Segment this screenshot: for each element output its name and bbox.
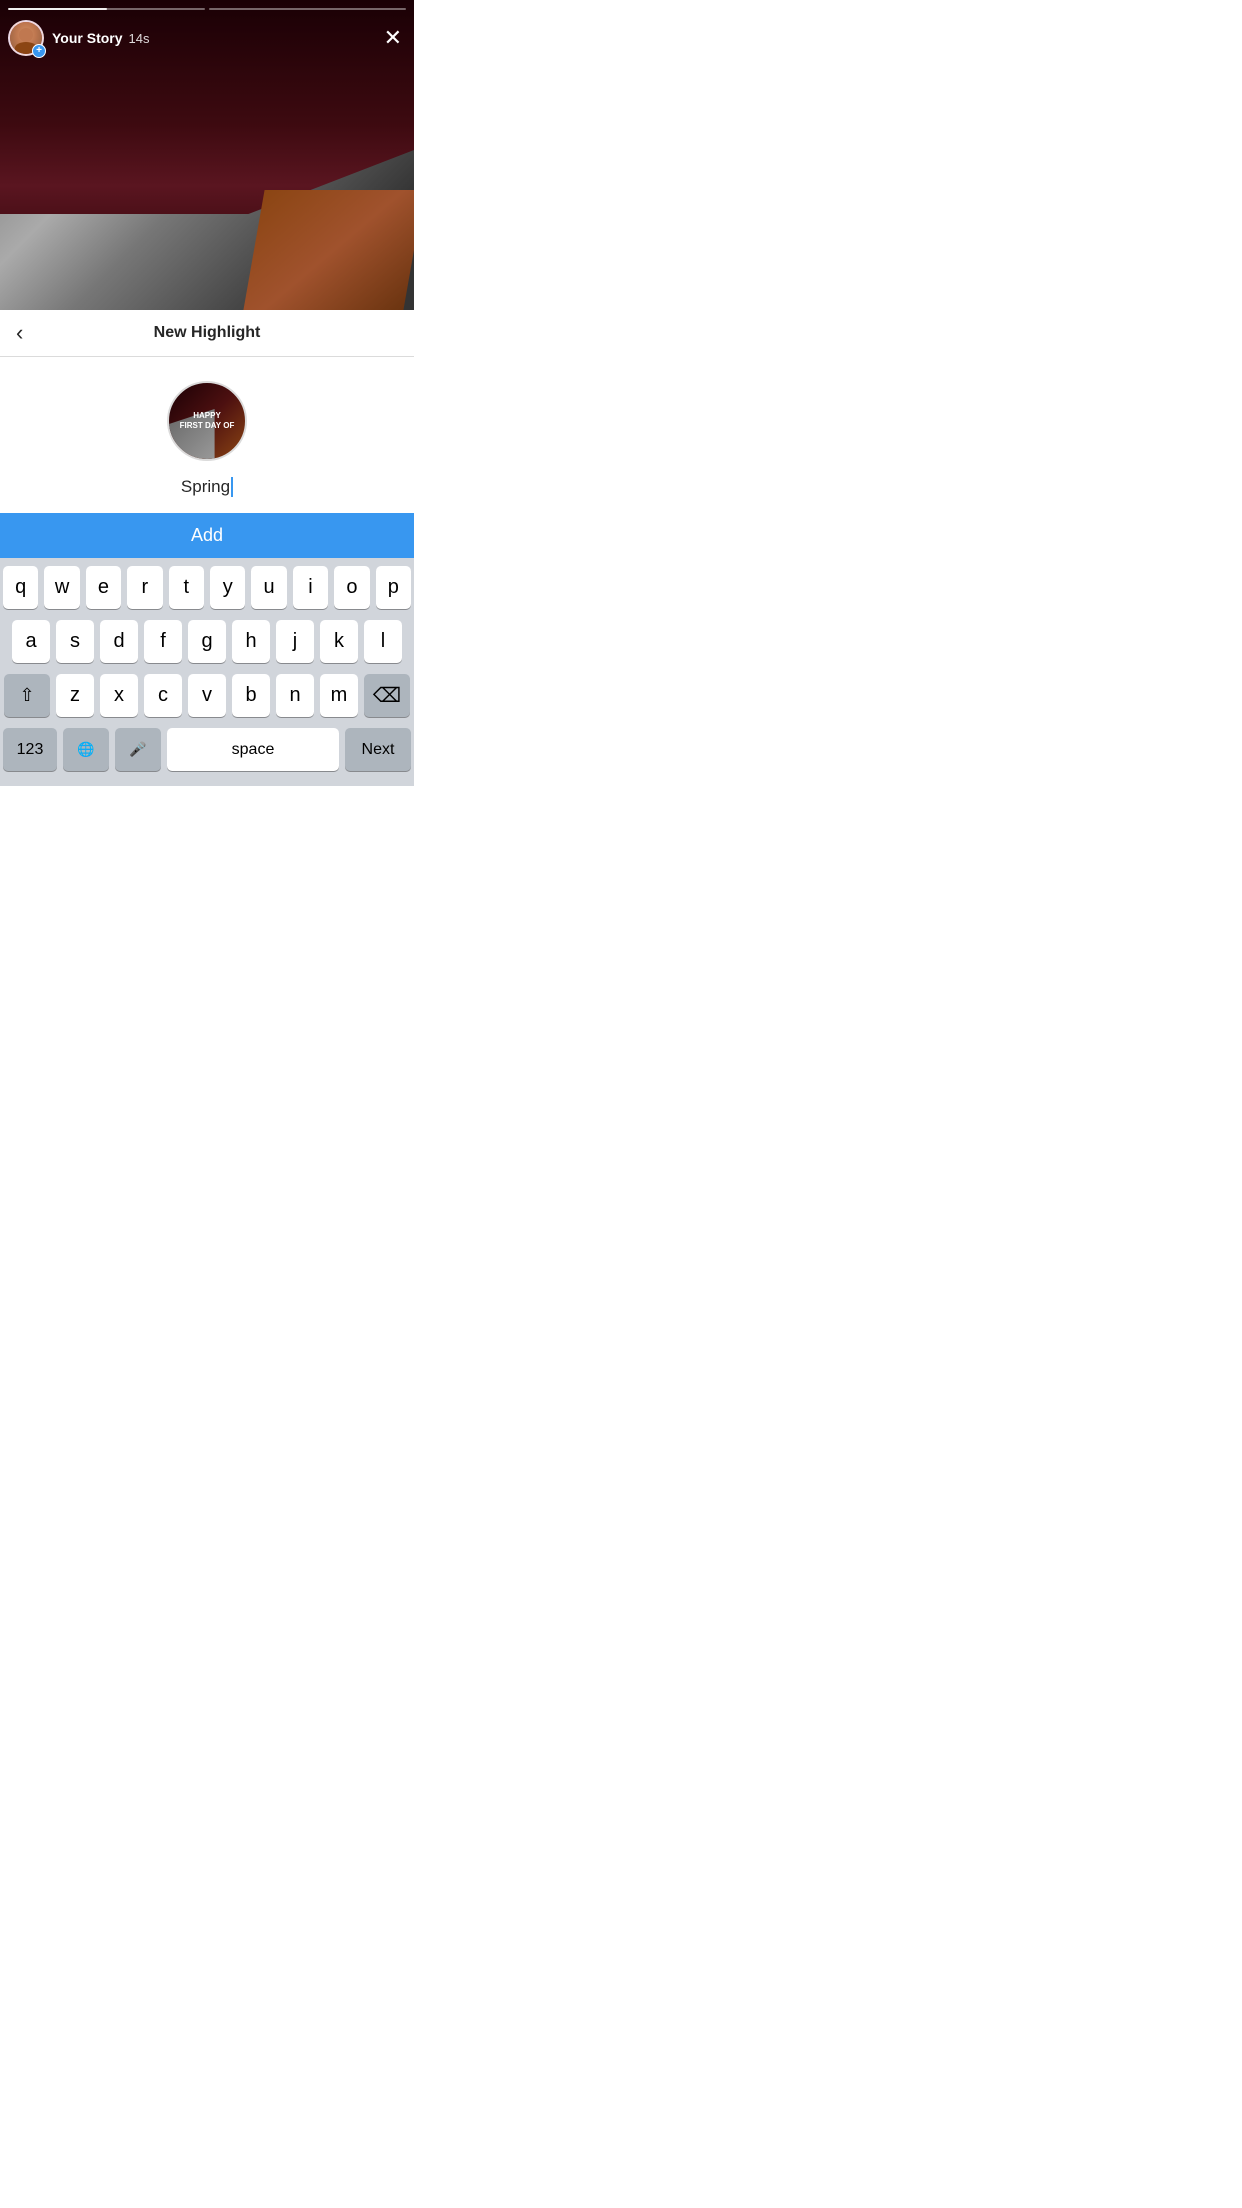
globe-key[interactable]: 🌐 [63, 728, 109, 771]
num-key[interactable]: 123 [3, 728, 57, 771]
progress-bar-2 [209, 8, 406, 10]
highlight-section: ‹ New Highlight HAPPY FIRST DAY OF Sprin… [0, 310, 414, 513]
key-n[interactable]: n [276, 674, 314, 717]
cover-line1: HAPPY [180, 411, 235, 421]
key-h[interactable]: h [232, 620, 270, 663]
story-info: Your Story 14s [52, 30, 150, 46]
progress-bar-1 [8, 8, 205, 10]
keyboard-row-2: a s d f g h j k l [3, 620, 411, 663]
key-k[interactable]: k [320, 620, 358, 663]
keyboard: q w e r t y u i o p a s d f g h j k l ⇧ … [0, 558, 414, 786]
keyboard-row-4: 123 🌐 🎤 space Next [3, 728, 411, 771]
key-u[interactable]: u [251, 566, 286, 609]
highlight-content: HAPPY FIRST DAY OF Spring [0, 357, 414, 513]
key-c[interactable]: c [144, 674, 182, 717]
key-a[interactable]: a [12, 620, 50, 663]
text-cursor [231, 477, 233, 497]
close-story-button[interactable]: ✕ [380, 21, 406, 55]
mic-key[interactable]: 🎤 [115, 728, 161, 771]
add-story-badge[interactable]: + [32, 44, 46, 58]
key-y[interactable]: y [210, 566, 245, 609]
key-x[interactable]: x [100, 674, 138, 717]
highlight-header: ‹ New Highlight [0, 310, 414, 357]
progress-bars [8, 8, 406, 10]
key-p[interactable]: p [376, 566, 411, 609]
keyboard-row-3: ⇧ z x c v b n m ⌫ [3, 674, 411, 717]
key-i[interactable]: i [293, 566, 328, 609]
key-s[interactable]: s [56, 620, 94, 663]
shift-key[interactable]: ⇧ [4, 674, 50, 717]
story-preview: + Your Story 14s ✕ [0, 0, 414, 310]
key-e[interactable]: e [86, 566, 121, 609]
keyboard-row-1: q w e r t y u i o p [3, 566, 411, 609]
key-l[interactable]: l [364, 620, 402, 663]
highlight-cover-image[interactable]: HAPPY FIRST DAY OF [167, 381, 247, 461]
story-header: + Your Story 14s ✕ [8, 20, 406, 56]
key-q[interactable]: q [3, 566, 38, 609]
delete-key[interactable]: ⌫ [364, 674, 410, 717]
story-user: + Your Story 14s [8, 20, 150, 56]
key-t[interactable]: t [169, 566, 204, 609]
cover-text: HAPPY FIRST DAY OF [180, 411, 235, 430]
back-button[interactable]: ‹ [16, 320, 23, 346]
book-image [243, 190, 414, 310]
avatar-container: + [8, 20, 44, 56]
add-button-area: Add [0, 513, 414, 558]
key-g[interactable]: g [188, 620, 226, 663]
key-o[interactable]: o [334, 566, 369, 609]
key-j[interactable]: j [276, 620, 314, 663]
highlight-title: New Highlight [154, 324, 261, 342]
highlight-name-field[interactable]: Spring [107, 477, 307, 497]
shift-icon: ⇧ [19, 685, 34, 706]
space-key[interactable]: space [167, 728, 339, 771]
story-username: Your Story [52, 30, 123, 46]
next-key[interactable]: Next [345, 728, 411, 771]
key-z[interactable]: z [56, 674, 94, 717]
progress-fill-1 [8, 8, 107, 10]
key-w[interactable]: w [44, 566, 79, 609]
key-b[interactable]: b [232, 674, 270, 717]
add-button[interactable]: Add [191, 525, 223, 546]
key-v[interactable]: v [188, 674, 226, 717]
input-value: Spring [181, 477, 230, 497]
story-duration: 14s [129, 31, 150, 46]
key-d[interactable]: d [100, 620, 138, 663]
key-f[interactable]: f [144, 620, 182, 663]
key-m[interactable]: m [320, 674, 358, 717]
key-r[interactable]: r [127, 566, 162, 609]
cover-line2: FIRST DAY OF [180, 421, 235, 431]
